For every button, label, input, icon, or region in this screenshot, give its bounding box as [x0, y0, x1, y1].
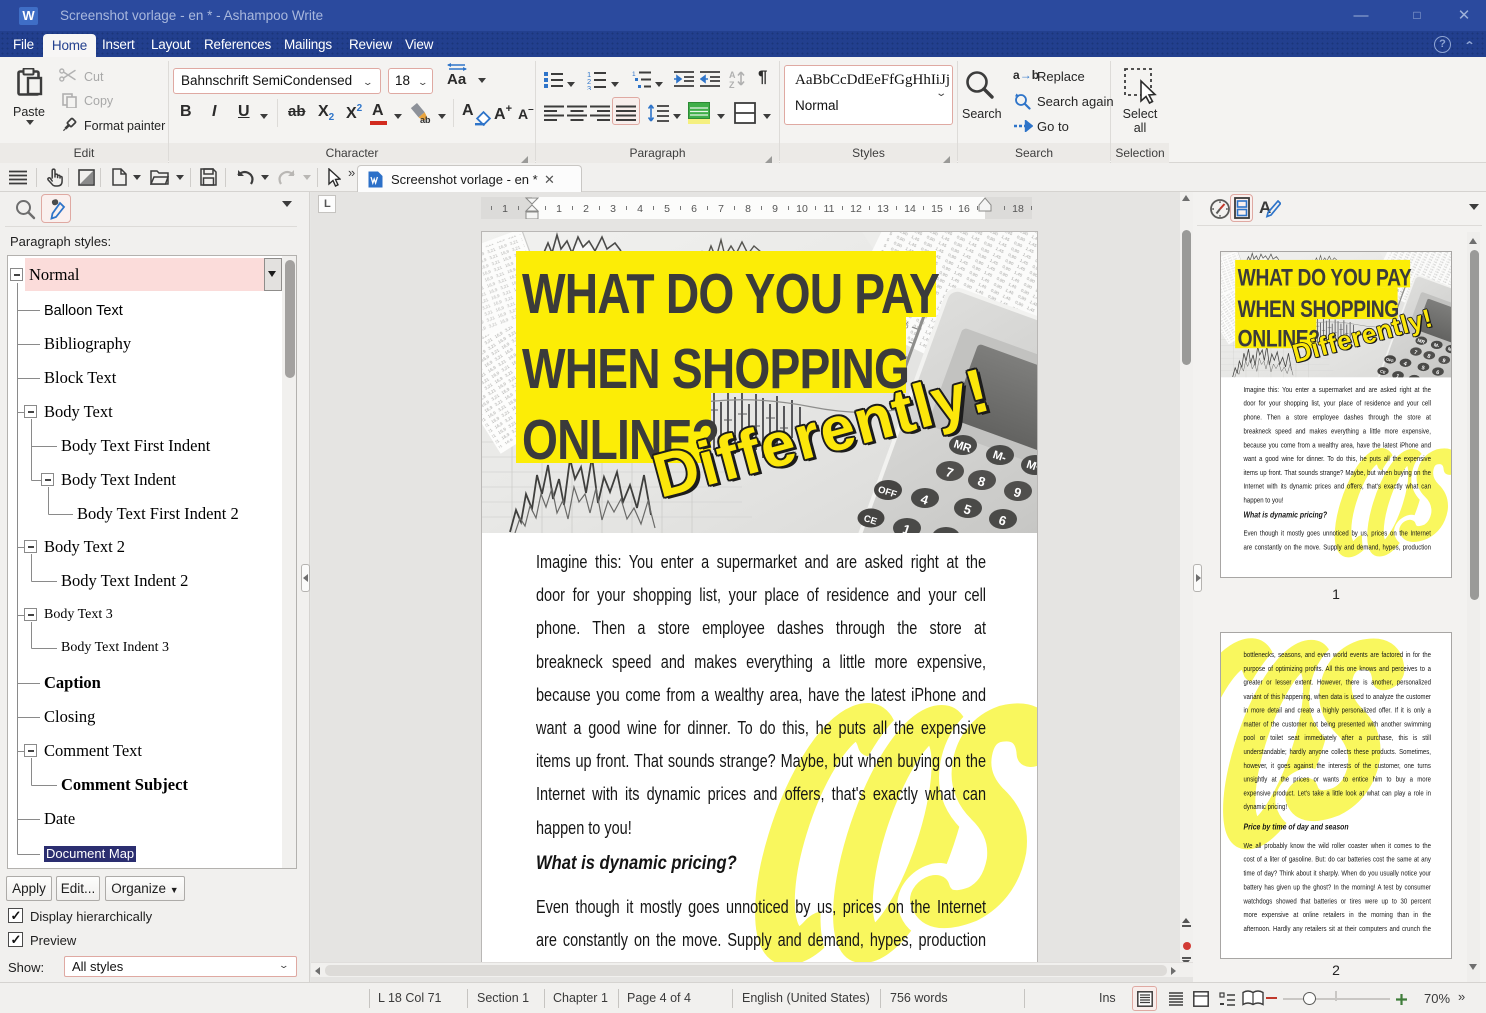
svg-text:18: 18: [1012, 203, 1024, 215]
svg-text:1: 1: [632, 71, 636, 78]
svg-text:3: 3: [610, 203, 616, 215]
svg-text:3: 3: [587, 84, 591, 90]
svg-text:8: 8: [745, 203, 751, 215]
svg-text:5: 5: [664, 203, 670, 215]
svg-text:11: 11: [824, 203, 835, 215]
svg-text:7: 7: [718, 203, 724, 215]
svg-text:12: 12: [850, 203, 862, 215]
svg-text:1: 1: [502, 203, 508, 215]
svg-text:16: 16: [958, 203, 970, 215]
svg-text:Z: Z: [729, 80, 735, 89]
svg-text:15: 15: [931, 203, 943, 215]
svg-text:1: 1: [556, 203, 562, 215]
svg-text:14: 14: [904, 203, 916, 215]
svg-text:13: 13: [877, 203, 889, 215]
svg-text:9: 9: [772, 203, 778, 215]
svg-text:10: 10: [796, 203, 808, 215]
svg-text:4: 4: [637, 203, 643, 215]
svg-text:2: 2: [583, 203, 589, 215]
svg-text:6: 6: [691, 203, 697, 215]
svg-text:A: A: [729, 70, 736, 80]
svg-text:ab: ab: [420, 115, 431, 125]
